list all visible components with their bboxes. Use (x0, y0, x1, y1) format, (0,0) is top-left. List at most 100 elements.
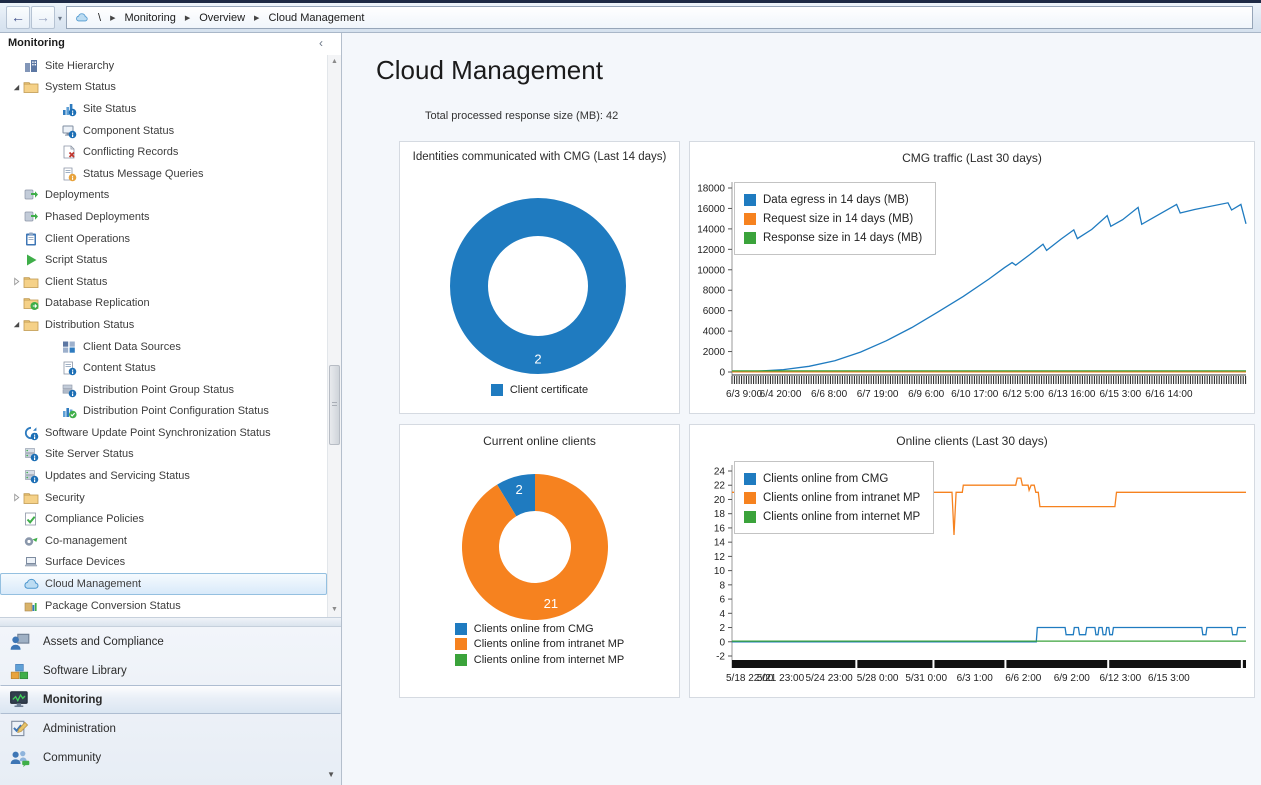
expanded-expander-icon[interactable] (9, 83, 23, 92)
collapse-sidebar-button[interactable]: ‹ (319, 36, 323, 50)
tree-item-conflicting-records[interactable]: Conflicting Records (0, 141, 327, 163)
tree-item-label: Database Replication (45, 297, 150, 310)
legend-item: Request size in 14 days (MB) (744, 209, 922, 228)
collapsed-expander-icon[interactable] (9, 493, 23, 502)
component-status-icon (62, 125, 77, 138)
legend-swatch (744, 193, 756, 206)
scroll-down-icon[interactable]: ▼ (328, 603, 341, 617)
site-status-icon (63, 103, 77, 117)
workspace-item-label: Monitoring (43, 693, 103, 706)
software-library-icon (10, 663, 29, 679)
tree-item-label: Software Update Point Synchronization St… (45, 426, 271, 439)
tree-item-label: Conflicting Records (83, 146, 179, 159)
workspace-item-label: Software Library (43, 664, 127, 677)
svg-text:6/3 9:00: 6/3 9:00 (726, 389, 763, 400)
site-server-status-icon (25, 448, 39, 462)
workspace-item-monitoring[interactable]: Monitoring (0, 685, 341, 714)
svg-text:24: 24 (714, 467, 726, 478)
tree-item-site-hierarchy[interactable]: Site Hierarchy (0, 55, 327, 77)
legend-label: Clients online from internet MP (763, 510, 921, 523)
expanded-expander-icon[interactable] (9, 320, 23, 329)
tree-item-label: Site Status (83, 102, 137, 115)
tree-item-software-update-point-synchronization-status[interactable]: Software Update Point Synchronization St… (0, 422, 327, 444)
svg-text:6/7 19:00: 6/7 19:00 (857, 389, 899, 400)
tree-item-client-data-sources[interactable]: Client Data Sources (0, 336, 327, 358)
tree-item-security[interactable]: Security (0, 487, 327, 509)
deployments-icon (24, 190, 38, 200)
tree-item-deployments[interactable]: Deployments (0, 185, 327, 207)
collapsed-expander-icon[interactable] (9, 277, 23, 286)
tree-item-content-status[interactable]: Content Status (0, 357, 327, 379)
scroll-up-icon[interactable]: ▲ (328, 55, 341, 69)
tree-item-cloud-management[interactable]: Cloud Management (0, 573, 327, 595)
tree-item-package-conversion-status[interactable]: Package Conversion Status (0, 595, 327, 617)
svg-text:5/31 0:00: 5/31 0:00 (905, 673, 947, 684)
legend-label: Clients online from intranet MP (763, 491, 921, 504)
tree-item-co-management[interactable]: Co-management (0, 530, 327, 552)
breadcrumb-separator-icon: ▶ (110, 14, 116, 22)
breadcrumb-item-overview[interactable]: Overview (199, 12, 245, 24)
breadcrumb-item-cloud-management[interactable]: Cloud Management (268, 12, 364, 24)
legend-item: Clients online from CMG (744, 469, 920, 488)
svg-text:6/6 8:00: 6/6 8:00 (811, 389, 848, 400)
tree-item-label: Client Operations (45, 232, 130, 245)
breadcrumb-root[interactable]: \ (98, 12, 101, 24)
tree-item-label: Script Status (45, 254, 108, 267)
tree-item-status-message-queries[interactable]: Status Message Queries (0, 163, 327, 185)
chart-legend: Clients online from CMG Clients online fr… (734, 461, 935, 534)
workspace-item-assets-and-compliance[interactable]: Assets and Compliance (0, 627, 341, 656)
legend-label: Response size in 14 days (MB) (763, 231, 923, 244)
tree-item-script-status[interactable]: Script Status (0, 249, 327, 271)
svg-text:6/12 3:00: 6/12 3:00 (1099, 673, 1141, 684)
scrollbar-thumb[interactable] (329, 365, 340, 445)
tree-item-client-operations[interactable]: Client Operations (0, 228, 327, 250)
cmg-traffic-panel: CMG traffic (Last 30 days) Data egress i… (689, 141, 1255, 414)
breadcrumb-item-monitoring[interactable]: Monitoring (124, 12, 175, 24)
workspace-splitter[interactable] (0, 617, 341, 627)
script-status-icon (27, 254, 37, 266)
sidebar: Monitoring ‹ Site Hierarchy System Status… (0, 33, 342, 785)
tree-item-label: Status Message Queries (83, 167, 204, 180)
tree-item-phased-deployments[interactable]: Phased Deployments (0, 206, 327, 228)
database-replication-icon (23, 298, 39, 311)
folder-icon (23, 82, 39, 94)
assets-compliance-icon (10, 633, 30, 650)
svg-text:2: 2 (719, 623, 725, 634)
back-button[interactable]: ← (6, 6, 30, 29)
administration-icon (11, 720, 29, 736)
svg-text:6/9 2:00: 6/9 2:00 (1054, 673, 1091, 684)
svg-text:10: 10 (714, 566, 726, 577)
tree-item-updates-and-servicing-status[interactable]: Updates and Servicing Status (0, 465, 327, 487)
tree-item-system-status[interactable]: System Status (0, 77, 327, 99)
tree-item-distribution-point-group-status[interactable]: Distribution Point Group Status (0, 379, 327, 401)
workspace-item-administration[interactable]: Administration (0, 714, 341, 743)
tree-item-label: Content Status (83, 362, 156, 375)
svg-text:10000: 10000 (697, 265, 725, 276)
tree-scrollbar[interactable]: ▲ ▼ (327, 55, 341, 617)
tree-item-component-status[interactable]: Component Status (0, 120, 327, 142)
workspace-item-community[interactable]: Community (0, 743, 341, 772)
tree: Site Hierarchy System Status Site Status Co… (0, 55, 327, 617)
svg-text:6/12 5:00: 6/12 5:00 (1002, 389, 1044, 400)
tree-item-label: Deployments (45, 189, 110, 202)
donut-chart: 2 (450, 198, 626, 374)
recent-locations-dropdown-icon[interactable]: ▾ (58, 14, 62, 23)
breadcrumb[interactable]: \ ▶ Monitoring ▶ Overview ▶ Cloud Manage… (66, 6, 1253, 29)
donut-chart: 2 21 (461, 474, 608, 620)
tree-item-site-server-status[interactable]: Site Server Status (0, 444, 327, 466)
tree-item-distribution-status[interactable]: Distribution Status (0, 314, 327, 336)
svg-text:2: 2 (515, 482, 522, 497)
folder-icon (23, 492, 39, 504)
online-clients-panel: Online clients (Last 30 days) Clients on… (689, 424, 1255, 698)
forward-button[interactable]: → (31, 6, 55, 29)
workspace-options-chevron-icon[interactable]: ▼ (327, 770, 335, 779)
tree-item-client-status[interactable]: Client Status (0, 271, 327, 293)
workspace-item-software-library[interactable]: Software Library (0, 656, 341, 685)
tree-item-compliance-policies[interactable]: Compliance Policies (0, 508, 327, 530)
tree-item-site-status[interactable]: Site Status (0, 98, 327, 120)
current-online-clients-panel: Current online clients Clients online fr… (399, 424, 680, 698)
tree-item-surface-devices[interactable]: Surface Devices (0, 552, 327, 574)
tree-item-database-replication[interactable]: Database Replication (0, 293, 327, 315)
tree-item-distribution-point-configuration-status[interactable]: Distribution Point Configuration Status (0, 401, 327, 423)
svg-text:-2: -2 (716, 652, 725, 663)
